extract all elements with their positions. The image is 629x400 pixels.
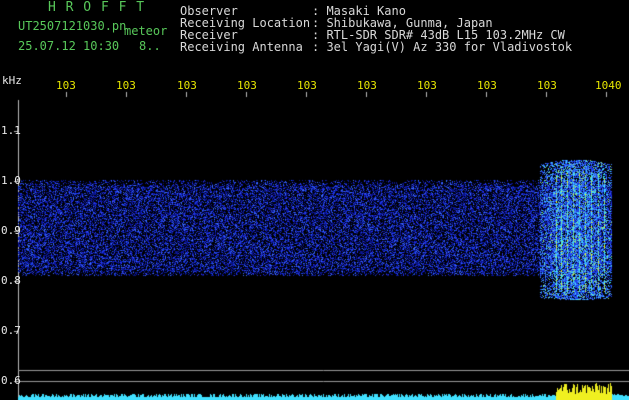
time-tick: 103 <box>177 79 197 92</box>
app-logo: H R O F F T <box>48 0 146 15</box>
antenna-value: : 3el Yagi(V) Az 330 for Vladivostok <box>312 40 573 54</box>
freq-tick: 1.1 <box>1 124 21 137</box>
time-tick: 103 <box>116 79 136 92</box>
freq-tick: 0.9 <box>1 224 21 237</box>
freq-tick: 0.6 <box>1 374 21 387</box>
antenna-label: Receiving Antenna <box>180 40 303 54</box>
type-label: meteor <box>124 24 168 38</box>
unit-label: kHz <box>2 74 22 87</box>
time-tick: 1040 <box>595 79 622 92</box>
freq-tick: 0.7 <box>1 324 21 337</box>
time-tick: 103 <box>357 79 377 92</box>
count-label: 8.. <box>139 39 161 53</box>
time-tick: 103 <box>297 79 317 92</box>
time-tick: 103 <box>417 79 437 92</box>
freq-tick: 1.0 <box>1 174 21 187</box>
time-tick: 103 <box>237 79 257 92</box>
filename-label: UT2507121030.pn <box>18 19 127 33</box>
time-tick: 103 <box>477 79 497 92</box>
time-tick: 103 <box>56 79 76 92</box>
time-tick: 103 <box>537 79 557 92</box>
datetime-label: 25.07.12 10:30 <box>18 39 120 53</box>
freq-tick: 0.8 <box>1 274 21 287</box>
spectrogram-canvas <box>0 0 629 400</box>
